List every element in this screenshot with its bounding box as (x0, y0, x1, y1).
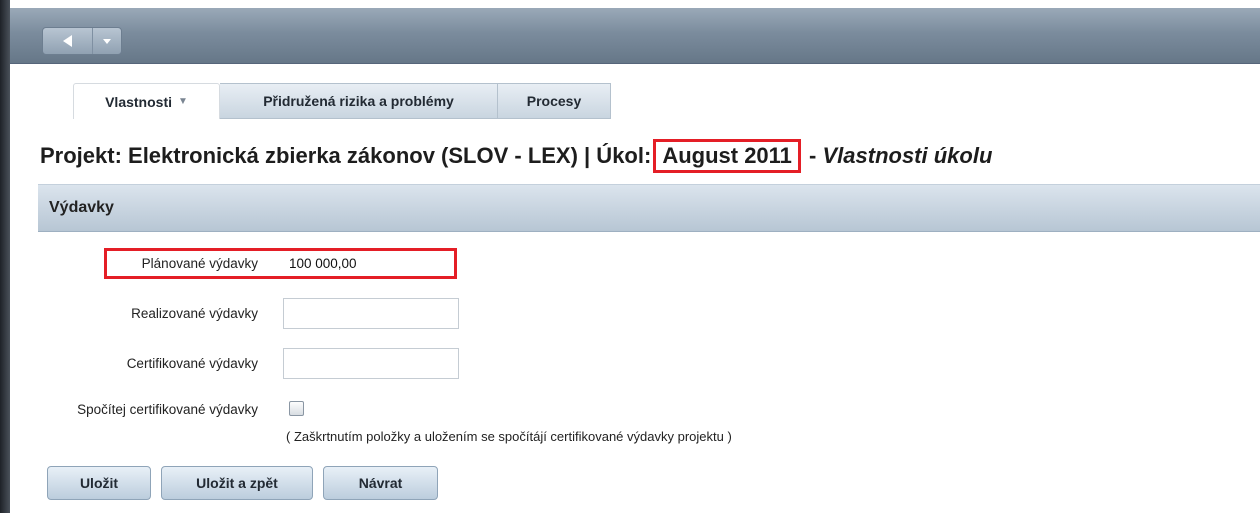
chevron-down-icon (103, 39, 112, 44)
back-button[interactable] (43, 28, 94, 54)
tab-label: Procesy (526, 93, 582, 109)
save-and-back-button[interactable]: Uložit a zpět (161, 466, 313, 500)
tab-vlastnosti[interactable]: Vlastnosti ▼ (73, 83, 220, 119)
realized-expenses-input[interactable] (283, 298, 459, 329)
realized-expenses-label: Realizované výdavky (131, 306, 258, 321)
compute-certified-note: ( Zaškrtnutím položky a uložením se spoč… (286, 429, 732, 444)
tab-label: Přidružená rizika a problémy (263, 93, 454, 109)
task-name-highlight: August 2011 (653, 139, 801, 173)
top-toolbar (10, 8, 1260, 64)
title-suffix: Vlastnosti úkolu (822, 143, 993, 168)
certified-expenses-label: Certifikované výdavky (126, 356, 258, 371)
planned-expenses-input[interactable] (283, 248, 459, 279)
tab-processes[interactable]: Procesy (498, 83, 611, 119)
chevron-down-icon: ▼ (178, 96, 188, 107)
window-left-edge (0, 0, 10, 513)
compute-certified-checkbox[interactable] (289, 401, 304, 416)
navigation-menu-button[interactable] (93, 28, 121, 54)
page-title: Projekt: Elektronická zbierka zákonov (S… (40, 139, 992, 173)
tab-label: Vlastnosti (105, 93, 172, 110)
tab-bar: Vlastnosti ▼ Přidružená rizika a problém… (73, 83, 611, 119)
save-button[interactable]: Uložit (47, 466, 151, 500)
section-title: Výdavky (49, 199, 114, 216)
triangle-left-icon (62, 35, 72, 47)
tab-risks-problems[interactable]: Přidružená rizika a problémy (220, 83, 498, 119)
navigation-buttons (42, 27, 122, 55)
planned-expenses-label: Plánované výdavky (141, 256, 258, 271)
certified-expenses-input[interactable] (283, 348, 459, 379)
title-separator: - (802, 143, 823, 168)
compute-certified-label: Spočítej certifikované výdavky (77, 402, 258, 417)
title-prefix: Projekt: Elektronická zbierka zákonov (S… (40, 143, 652, 168)
return-button[interactable]: Návrat (323, 466, 438, 500)
section-header: Výdavky (38, 184, 1260, 232)
